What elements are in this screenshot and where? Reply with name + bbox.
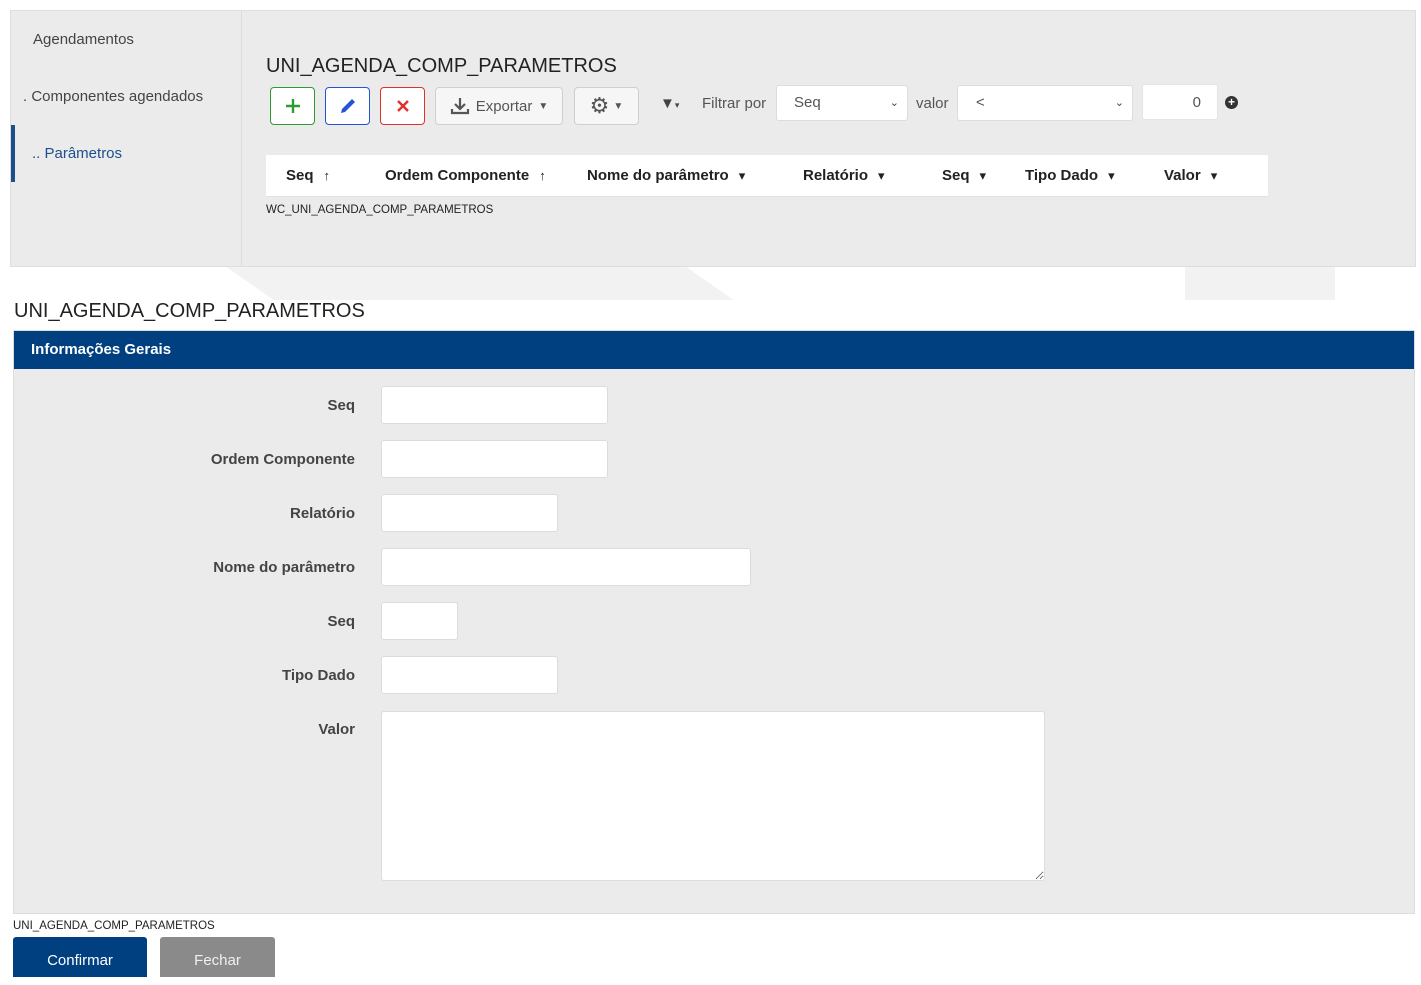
value-label: valor xyxy=(916,95,949,112)
caret-down-icon: ▼ xyxy=(538,100,549,112)
tipo-dado-input[interactable] xyxy=(381,656,558,694)
filter-icon[interactable]: ▼▾ xyxy=(660,95,679,112)
add-filter-icon[interactable]: + xyxy=(1225,96,1238,109)
field-label-ordem-componente: Ordem Componente xyxy=(210,451,355,468)
grid-footer-label: WC_UNI_AGENDA_COMP_PARAMETROS xyxy=(266,204,494,216)
sort-icon: ↑ xyxy=(323,168,331,183)
close-button[interactable]: Fechar xyxy=(160,937,275,977)
column-header-valor[interactable]: Valor ▾ xyxy=(1164,155,1217,197)
list-panel: Agendamentos . Componentes agendados .. … xyxy=(10,10,1416,267)
pencil-icon xyxy=(340,99,355,113)
form-footer-label: UNI_AGENDA_COMP_PARAMETROS xyxy=(13,920,215,932)
delete-button[interactable] xyxy=(380,87,425,125)
gear-icon: ⚙ xyxy=(589,93,610,118)
column-header-seq[interactable]: Seq ↑ xyxy=(286,155,330,197)
field-label-seq-2: Seq xyxy=(327,613,355,630)
field-label-seq: Seq xyxy=(327,397,355,414)
field-label-nome-do-parametro: Nome do parâmetro xyxy=(213,559,355,576)
filter-value-input[interactable]: 0 xyxy=(1142,84,1218,120)
plus-icon xyxy=(285,99,300,113)
sidebar: Agendamentos . Componentes agendados .. … xyxy=(11,11,242,266)
sort-icon: ▾ xyxy=(1108,168,1115,183)
background-shape xyxy=(226,267,734,300)
filter-operator-select[interactable]: < ⌄ xyxy=(957,85,1133,121)
valor-textarea[interactable] xyxy=(381,711,1045,881)
grid-title: UNI_AGENDA_COMP_PARAMETROS xyxy=(266,55,617,77)
filter-field-value: Seq xyxy=(794,94,821,111)
seq-input[interactable] xyxy=(381,386,608,424)
background-shape xyxy=(1185,267,1335,300)
sidebar-item-label: .. Parâmetros xyxy=(32,145,123,162)
edit-button[interactable] xyxy=(325,87,370,125)
ordem-componente-input[interactable] xyxy=(381,440,608,478)
filter-operator-value: < xyxy=(976,94,985,111)
nome-do-parametro-input[interactable] xyxy=(381,548,751,586)
grid-header: Seq ↑ Ordem Componente ↑ Nome do parâmetro… xyxy=(266,155,1268,197)
form-title: UNI_AGENDA_COMP_PARAMETROS xyxy=(14,300,365,322)
filter-field-select[interactable]: Seq ⌄ xyxy=(776,85,908,121)
relatorio-input[interactable] xyxy=(381,494,558,532)
sort-icon: ↑ xyxy=(539,168,546,183)
sort-icon: ▾ xyxy=(878,168,885,183)
caret-down-icon: ▼ xyxy=(613,100,624,112)
settings-button[interactable]: ⚙ ▼ xyxy=(574,87,639,125)
column-header-nome-do-parametro[interactable]: Nome do parâmetro ▾ xyxy=(587,155,745,197)
sidebar-item-label: . Componentes agendados xyxy=(23,88,204,105)
x-icon xyxy=(396,100,409,112)
export-button[interactable]: Exportar ▼ xyxy=(435,87,563,125)
column-header-relatorio[interactable]: Relatório ▾ xyxy=(803,155,885,197)
column-header-seq-2[interactable]: Seq ▾ xyxy=(942,155,986,197)
field-label-tipo-dado: Tipo Dado xyxy=(281,667,355,684)
grid-area: UNI_AGENDA_COMP_PARAMETROS Exportar ▼ ⚙ … xyxy=(266,11,1415,266)
sidebar-item-componentes-agendados[interactable]: . Componentes agendados xyxy=(11,68,242,125)
sort-icon: ▾ xyxy=(979,168,987,183)
column-header-tipo-dado[interactable]: Tipo Dado ▾ xyxy=(1025,155,1115,197)
chevron-down-icon: ⌄ xyxy=(1114,97,1124,109)
sidebar-item-label: Agendamentos xyxy=(33,31,134,48)
sidebar-item-parametros[interactable]: .. Parâmetros xyxy=(11,125,242,182)
field-label-relatorio: Relatório xyxy=(289,505,355,522)
add-button[interactable] xyxy=(270,87,315,125)
export-label: Exportar xyxy=(475,97,533,115)
confirm-button[interactable]: Confirmar xyxy=(13,937,147,977)
sort-icon: ▾ xyxy=(738,168,746,183)
seq-2-input[interactable] xyxy=(381,602,458,640)
field-label-valor: Valor xyxy=(318,721,355,738)
form-panel: Informações Gerais Seq Ordem Componente … xyxy=(13,330,1415,914)
sort-icon: ▾ xyxy=(1210,168,1218,183)
column-header-ordem-componente[interactable]: Ordem Componente ↑ xyxy=(385,155,546,197)
section-header: Informações Gerais xyxy=(14,331,1414,369)
filter-label: Filtrar por xyxy=(702,95,767,112)
chevron-down-icon: ⌄ xyxy=(889,97,899,109)
sidebar-item-agendamentos[interactable]: Agendamentos xyxy=(11,11,242,68)
download-icon xyxy=(450,98,469,115)
